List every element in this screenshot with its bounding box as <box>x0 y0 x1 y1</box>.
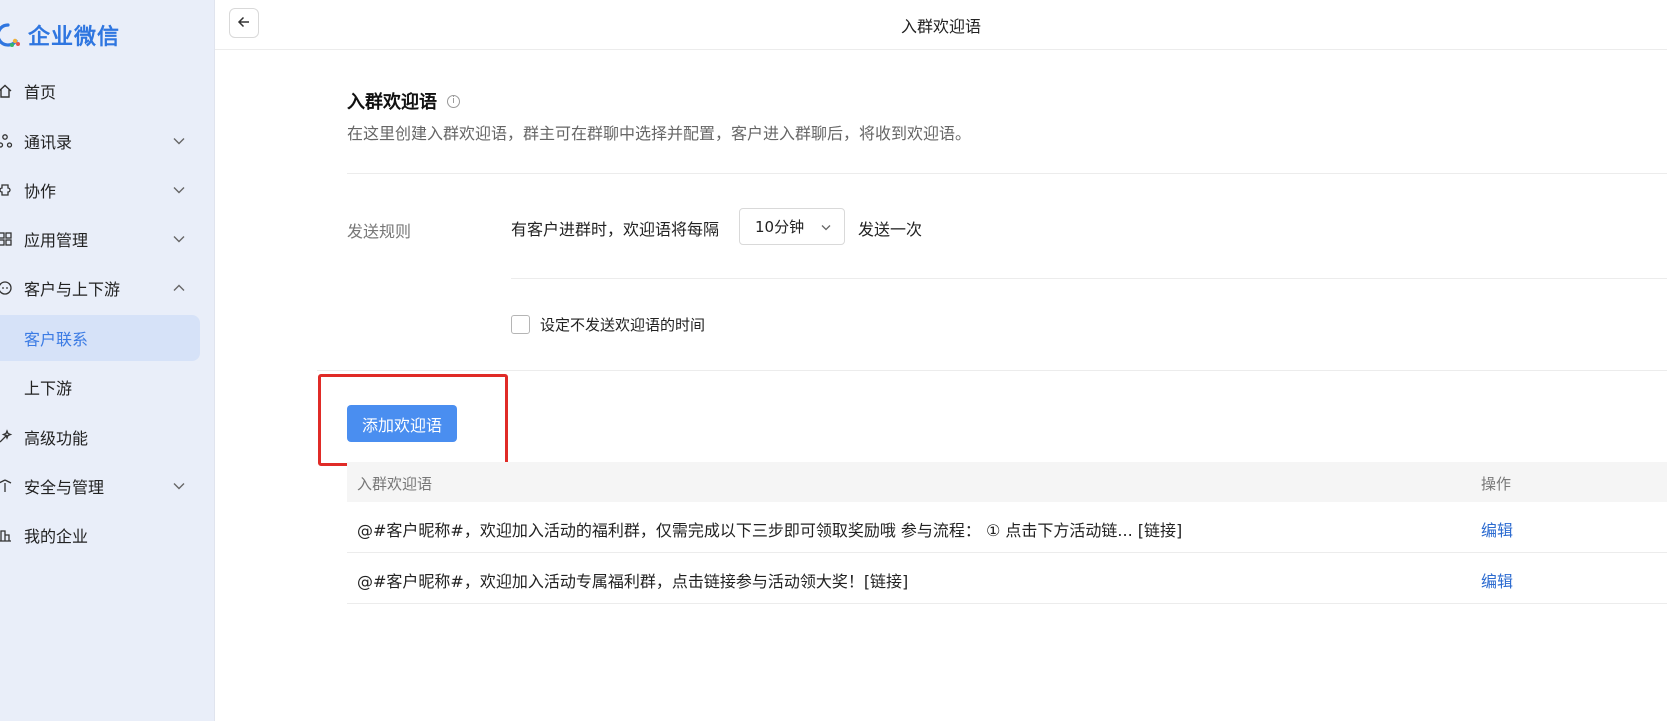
sidebar-item-label: 应用管理 <box>24 231 89 250</box>
message-cell: @#客户昵称#，欢迎加入活动的福利群，仅需完成以下三步即可领取奖励哦 参与流程：… <box>357 521 1183 540</box>
chevron-down-icon[interactable] <box>171 478 187 494</box>
edit-link[interactable]: 编辑 <box>1481 517 1513 541</box>
divider <box>317 370 1667 371</box>
add-welcome-message-button[interactable]: 添加欢迎语 <box>347 405 457 442</box>
page-header: 入群欢迎语 <box>215 0 1667 50</box>
table-header: 入群欢迎语 操作 <box>347 462 1667 502</box>
page-title: 入群欢迎语 <box>900 17 981 36</box>
message-cell: @#客户昵称#，欢迎加入活动专属福利群，点击链接参与活动领大奖！[链接] <box>357 572 909 591</box>
checkbox-label: 设定不发送欢迎语的时间 <box>540 316 706 334</box>
section-description: 在这里创建入群欢迎语，群主可在群聊中选择并配置，客户进入群聊后，将收到欢迎语。 <box>347 124 972 143</box>
sidebar-item-advanced[interactable]: 高级功能 <box>0 414 215 460</box>
table-row: @#客户昵称#，欢迎加入活动专属福利群，点击链接参与活动领大奖！[链接] 编辑 <box>347 553 1667 604</box>
chevron-down-icon[interactable] <box>171 231 187 247</box>
send-rule-text: 有客户进群时，欢迎语将每隔 <box>511 220 720 239</box>
advanced-icon <box>0 428 14 446</box>
sidebar-item-my-enterprise[interactable]: 我的企业 <box>0 512 215 558</box>
table-row: @#客户昵称#，欢迎加入活动的福利群，仅需完成以下三步即可领取奖励哦 参与流程：… <box>347 502 1667 553</box>
column-header-action: 操作 <box>1481 475 1512 493</box>
contacts-icon <box>0 132 14 150</box>
apps-icon <box>0 230 14 248</box>
sidebar-item-label: 上下游 <box>24 379 73 398</box>
interval-select[interactable]: 10分钟 <box>739 208 845 245</box>
no-send-time-checkbox[interactable]: 设定不发送欢迎语的时间 <box>511 314 705 335</box>
sidebar-item-label: 通讯录 <box>24 133 73 152</box>
sidebar-item-label: 客户与上下游 <box>24 280 121 299</box>
edit-link[interactable]: 编辑 <box>1481 568 1513 592</box>
wecom-logo-icon <box>0 21 22 49</box>
enterprise-icon <box>0 526 14 544</box>
home-icon <box>0 82 14 100</box>
sidebar: 企业微信 首页 通讯录 协作 应用管理 客户与上下游 客户联系 上下游 高级功能… <box>0 0 215 721</box>
chevron-down-icon[interactable] <box>171 182 187 198</box>
sidebar-item-label: 客户联系 <box>24 330 89 349</box>
sidebar-item-collaboration[interactable]: 协作 <box>0 167 215 213</box>
logo-text: 企业微信 <box>28 25 121 50</box>
section-title: 入群欢迎语 i <box>347 88 460 114</box>
sidebar-item-security[interactable]: 安全与管理 <box>0 463 215 509</box>
sidebar-item-customers[interactable]: 客户与上下游 <box>0 265 215 311</box>
sidebar-item-label: 首页 <box>24 83 57 102</box>
sidebar-item-label: 我的企业 <box>24 527 89 546</box>
sidebar-item-label: 协作 <box>24 182 57 201</box>
sidebar-item-contacts[interactable]: 通讯录 <box>0 118 215 164</box>
sidebar-item-upstream-downstream[interactable]: 上下游 <box>0 364 215 410</box>
security-icon <box>0 477 14 495</box>
sidebar-item-label: 安全与管理 <box>24 478 105 497</box>
sidebar-item-label: 高级功能 <box>24 429 89 448</box>
column-header-message: 入群欢迎语 <box>357 475 433 493</box>
info-icon[interactable]: i <box>447 94 460 108</box>
chevron-down-icon <box>820 221 832 233</box>
divider <box>511 278 1667 279</box>
welcome-message-table: 入群欢迎语 操作 @#客户昵称#，欢迎加入活动的福利群，仅需完成以下三步即可领取… <box>347 462 1667 604</box>
divider <box>347 173 1667 174</box>
interval-select-value: 10分钟 <box>755 218 805 236</box>
sidebar-item-app-management[interactable]: 应用管理 <box>0 216 215 262</box>
collaboration-icon <box>0 181 14 199</box>
sidebar-item-customer-contact[interactable]: 客户联系 <box>0 315 200 361</box>
send-rule-suffix: 发送一次 <box>858 220 923 239</box>
app-logo[interactable]: 企业微信 <box>0 18 120 52</box>
send-rule-label: 发送规则 <box>347 222 412 241</box>
chevron-up-icon[interactable] <box>171 280 187 296</box>
checkbox[interactable] <box>511 315 530 334</box>
chevron-down-icon[interactable] <box>171 133 187 149</box>
customer-chat-icon <box>0 279 14 297</box>
sidebar-item-home[interactable]: 首页 <box>0 68 215 114</box>
